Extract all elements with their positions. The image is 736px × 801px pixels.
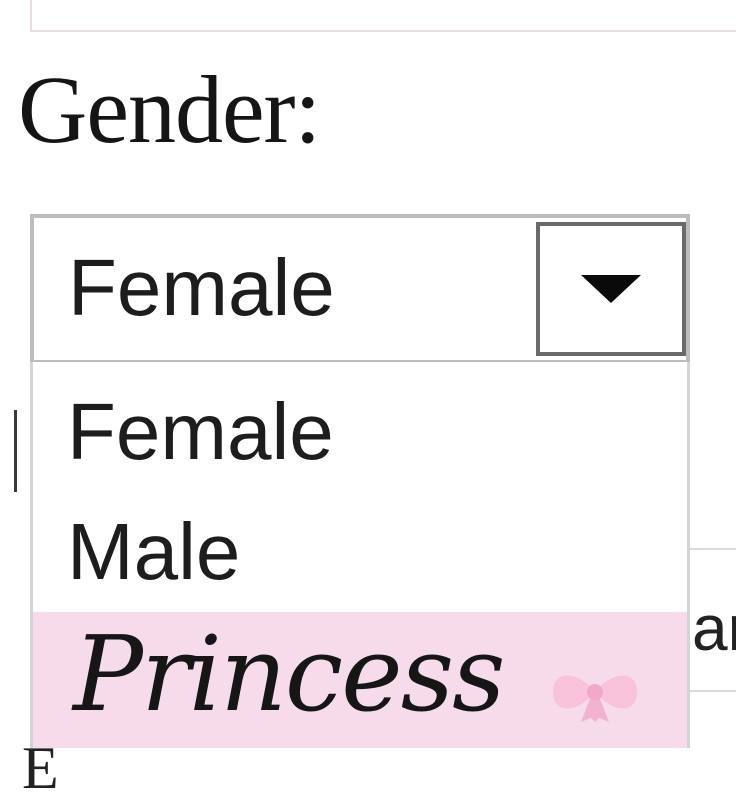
- gender-select[interactable]: Female: [30, 214, 690, 364]
- option-female[interactable]: Female: [33, 392, 687, 472]
- partial-bracket: [14, 410, 25, 492]
- dropdown-button[interactable]: [536, 222, 686, 356]
- partial-text-bottom: E: [22, 735, 59, 801]
- partial-text-right: ar: [692, 592, 736, 664]
- top-input-field[interactable]: [30, 0, 736, 32]
- bow-icon: [553, 675, 637, 722]
- dropdown-options: Female Male Princess: [30, 362, 690, 748]
- selected-value: Female: [68, 243, 335, 332]
- option-male[interactable]: Male: [33, 512, 687, 592]
- option-princess[interactable]: Princess: [33, 612, 687, 748]
- gender-label: Gender:: [18, 56, 321, 163]
- option-princess-label: Princess: [73, 613, 505, 735]
- chevron-down-icon: [581, 275, 641, 303]
